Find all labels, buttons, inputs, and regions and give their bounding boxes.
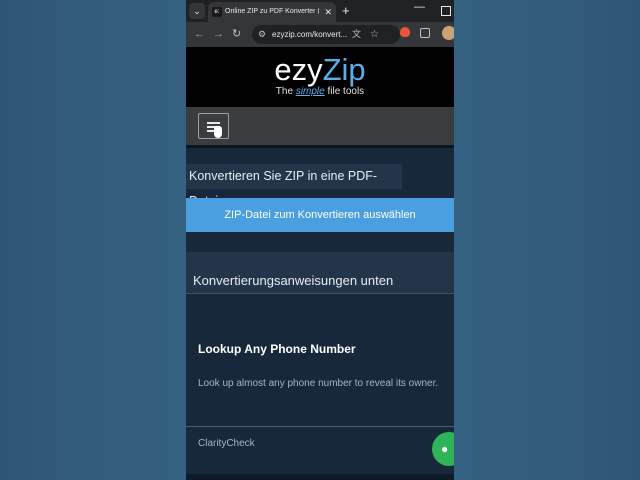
url-text[interactable]: ezyzip.com/konvert... — [272, 25, 348, 44]
tagline-pre: The — [275, 86, 296, 97]
puzzle-icon[interactable] — [420, 28, 430, 38]
site-logo[interactable]: ezyZip — [186, 54, 454, 86]
browser-toolbar: ← → ↻ ⚙ ezyzip.com/konvert... 文 ☆ — [186, 22, 454, 47]
tune-icon[interactable]: ⚙ — [258, 25, 266, 44]
instructions-header: Konvertierungsanweisungen unten — [186, 252, 454, 294]
extension-icon[interactable] — [400, 27, 410, 37]
site-header: ezyZip The simple file tools — [186, 47, 454, 107]
avatar[interactable] — [442, 26, 454, 40]
logo-ezy: ezy — [274, 52, 323, 87]
translate-icon[interactable]: 文 — [352, 25, 361, 44]
new-tab-button[interactable]: + — [342, 2, 350, 20]
tagline-simple: simple — [295, 86, 325, 97]
close-icon[interactable]: ✕ — [324, 2, 332, 22]
chevron-down-icon: ⌄ — [193, 6, 201, 16]
tab-search-button[interactable]: ⌄ — [189, 3, 205, 19]
hand-cursor-icon — [214, 126, 222, 138]
page-title: Konvertieren Sie ZIP in eine PDF-Datei — [186, 164, 402, 208]
tab-title: Online ZIP zu PDF Konverter (K — [225, 8, 319, 15]
select-zip-button[interactable]: ZIP-Datei zum Konvertieren auswählen — [186, 198, 454, 232]
ad-title[interactable]: Lookup Any Phone Number — [198, 342, 356, 356]
instructions-label: Konvertierungsanweisungen unten — [193, 273, 394, 288]
bottom-edge — [186, 474, 454, 480]
ad-banner[interactable]: Lookup Any Phone Number Look up almost a… — [186, 294, 454, 480]
menu-button[interactable] — [198, 113, 229, 139]
tab-active[interactable]: e: Online ZIP zu PDF Konverter (K ✕ — [208, 2, 336, 22]
address-bar[interactable]: ⚙ ezyzip.com/konvert... 文 ☆ — [252, 25, 400, 44]
forward-icon[interactable]: → — [213, 27, 224, 41]
maximize-button[interactable] — [441, 6, 451, 16]
tab-strip: ⌄ e: Online ZIP zu PDF Konverter (K ✕ + … — [186, 0, 454, 22]
tagline-post: file tools — [324, 86, 365, 97]
ad-description: Look up almost any phone number to revea… — [198, 378, 439, 389]
minimize-button[interactable]: — — [414, 1, 425, 13]
browser-window: ⌄ e: Online ZIP zu PDF Konverter (K ✕ + … — [186, 0, 454, 480]
ad-brand[interactable]: ClarityCheck — [198, 438, 255, 449]
logo-zip: Zip — [322, 52, 366, 87]
menu-bar — [186, 107, 454, 145]
reload-icon[interactable]: ↻ — [232, 27, 241, 41]
back-icon[interactable]: ← — [194, 27, 205, 41]
site-tagline: The simple file tools — [186, 86, 454, 97]
site-favicon: e: — [212, 7, 222, 17]
chat-bubble-icon[interactable]: ● — [432, 432, 454, 466]
ad-divider — [186, 426, 454, 427]
star-icon[interactable]: ☆ — [370, 25, 379, 44]
menu-icon — [207, 122, 220, 124]
divider — [186, 145, 454, 148]
